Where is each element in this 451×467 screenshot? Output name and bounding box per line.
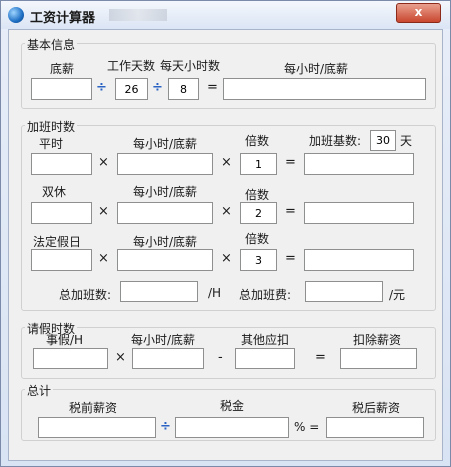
tax-label: 税金 [220,399,245,413]
ot-holiday-result-input[interactable] [304,249,414,271]
percent-equals-label: % = [294,420,320,434]
work-days-label: 工作天数 [107,59,156,73]
blurred-region [109,9,167,21]
hourly-wage-input[interactable] [223,78,426,100]
ot-normal-hours-input[interactable] [31,153,92,175]
daily-hours-input[interactable] [168,78,199,100]
globe-icon [8,7,24,23]
ot-base-label: 加班基数: [309,134,362,148]
base-salary-input[interactable] [31,78,92,100]
ot-holiday-hours-input[interactable] [31,249,92,271]
ot-normal-mult-input[interactable] [240,153,277,175]
total-ot-hours-label: 总加班数: [59,288,112,302]
equals-operator: = [285,251,296,266]
multiply-operator: × [221,204,232,219]
ot-holiday-label: 法定假日 [33,235,82,249]
leave-hours-input[interactable] [33,348,108,369]
equals-operator: = [207,80,218,95]
work-days-input[interactable] [115,78,148,100]
total-ot-pay-label: 总加班费: [239,288,292,302]
ot-normal-hourly-input[interactable] [117,153,213,175]
total-ot-pay-input[interactable] [305,281,383,302]
ot-normal-label: 平时 [39,137,64,151]
pretax-input[interactable] [38,417,156,438]
minus-operator: - [218,350,223,365]
ot-holiday-mult-label: 倍数 [245,232,270,246]
ot-holiday-mult-input[interactable] [240,249,277,271]
ot-weekend-mult-label: 倍数 [245,188,270,202]
multiply-operator: × [98,251,109,266]
ot-holiday-hourly-input[interactable] [117,249,213,271]
total-ot-hours-input[interactable] [120,281,198,302]
total-ot-hours-unit: /H [208,286,222,300]
other-deduct-input[interactable] [235,348,295,369]
ot-base-input[interactable] [370,130,396,151]
multiply-operator: × [98,155,109,170]
ot-weekend-result-input[interactable] [304,202,414,224]
leave-hourly-input[interactable] [132,348,204,369]
deduct-salary-input[interactable] [340,348,417,369]
app-window: 工资计算器 x 基本信息 底薪 工作天数 每天小时数 每小时/底薪 ÷ ÷ = … [0,0,451,467]
close-button[interactable]: x [396,3,441,23]
equals-operator: = [315,350,326,365]
divide-operator: ÷ [160,419,171,434]
aftertax-label: 税后薪资 [352,401,401,415]
hourly-wage-label: 每小时/底薪 [284,62,349,76]
ot-weekend-mult-input[interactable] [240,202,277,224]
leave-hours-label: 事假/H [46,333,84,347]
total-legend: 总计 [25,382,54,399]
pretax-label: 税前薪资 [69,401,118,415]
multiply-operator: × [221,155,232,170]
overtime-legend: 加班时数 [25,118,78,135]
total-ot-pay-unit: /元 [389,288,406,302]
basic-info-legend: 基本信息 [25,36,78,53]
ot-normal-mult-label: 倍数 [245,134,270,148]
equals-operator: = [285,155,296,170]
multiply-operator: × [98,204,109,219]
client-area: 基本信息 底薪 工作天数 每天小时数 每小时/底薪 ÷ ÷ = 加班时数 平时 … [8,29,443,461]
deduct-salary-label: 扣除薪资 [353,333,402,347]
equals-operator: = [285,204,296,219]
window-title: 工资计算器 [30,11,96,26]
tax-input[interactable] [175,417,289,438]
other-deduct-label: 其他应扣 [241,333,290,347]
ot-normal-hourly-label: 每小时/底薪 [133,137,198,151]
multiply-operator: × [115,350,126,365]
ot-weekend-hourly-input[interactable] [117,202,213,224]
multiply-operator: × [221,251,232,266]
daily-hours-label: 每天小时数 [160,59,221,73]
divide-operator: ÷ [152,80,163,95]
ot-weekend-hourly-label: 每小时/底薪 [133,185,198,199]
title-bar[interactable]: 工资计算器 x [1,1,450,29]
ot-weekend-hours-input[interactable] [31,202,92,224]
base-salary-label: 底薪 [50,62,75,76]
aftertax-input[interactable] [326,417,424,438]
ot-base-unit: 天 [400,134,413,148]
divide-operator: ÷ [96,80,107,95]
ot-holiday-hourly-label: 每小时/底薪 [133,235,198,249]
ot-weekend-label: 双休 [42,185,67,199]
ot-normal-result-input[interactable] [304,153,414,175]
leave-hourly-label: 每小时/底薪 [131,333,196,347]
